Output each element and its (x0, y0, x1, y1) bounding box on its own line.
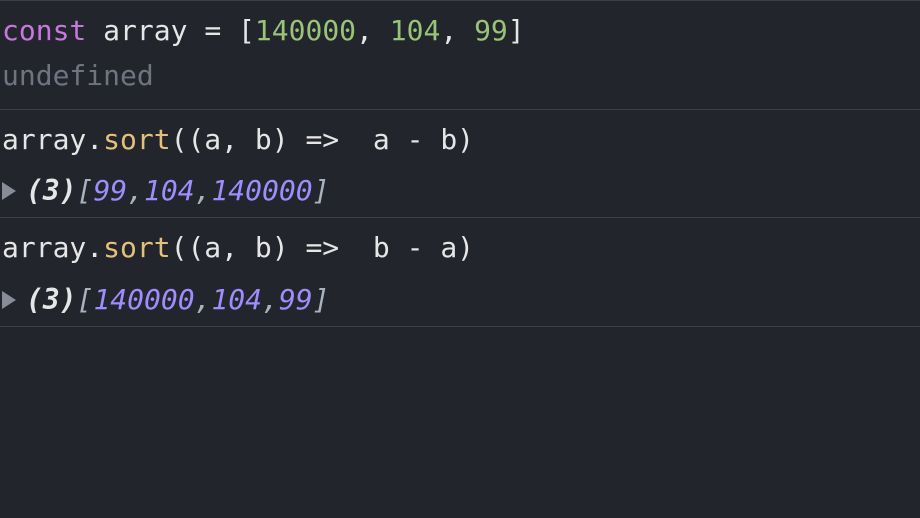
output-undefined: undefined (2, 54, 918, 99)
bracket-open: [ (77, 283, 94, 316)
dot: . (86, 123, 103, 156)
array-length: (3) (26, 174, 77, 207)
comma: , (127, 174, 144, 207)
call-args: ((a, b) => b - a) (171, 231, 474, 264)
output-number: 104 (144, 174, 195, 207)
bracket-close: ] (508, 14, 525, 47)
input-line: array.sort((a, b) => b - a) (2, 226, 918, 271)
method-sort: sort (103, 231, 170, 264)
comma: , (195, 174, 212, 207)
output-number: 140000 (93, 283, 194, 316)
bracket-open: [ (77, 174, 94, 207)
console-entry: array.sort((a, b) => b - a) (3) [140000,… (0, 217, 920, 326)
output-line: (3) [99, 104, 140000] (2, 174, 918, 207)
comma: , (440, 14, 474, 47)
identifier: array (2, 231, 86, 264)
bracket-close: ] (313, 174, 330, 207)
console-entry: array.sort((a, b) => a - b) (3) [99, 104… (0, 109, 920, 218)
dot: . (86, 231, 103, 264)
identifier: array (103, 14, 187, 47)
console-entry: const array = [140000, 104, 99] undefine… (0, 0, 920, 109)
output-line: (3) [140000, 104, 99] (2, 283, 918, 316)
output-number: 99 (93, 174, 127, 207)
bracket-open: [ (238, 14, 255, 47)
comma: , (262, 283, 279, 316)
divider (0, 326, 920, 327)
output-number: 104 (211, 283, 262, 316)
array-length: (3) (26, 283, 77, 316)
expand-icon[interactable] (2, 291, 16, 309)
output-number: 140000 (211, 174, 312, 207)
number-literal: 104 (390, 14, 441, 47)
number-literal: 140000 (255, 14, 356, 47)
comma: , (195, 283, 212, 316)
output-number: 99 (279, 283, 313, 316)
number-literal: 99 (474, 14, 508, 47)
comma: , (356, 14, 390, 47)
input-line: const array = [140000, 104, 99] (2, 9, 918, 54)
call-args: ((a, b) => a - b) (171, 123, 474, 156)
expand-icon[interactable] (2, 182, 16, 200)
keyword-const: const (2, 14, 86, 47)
operator-equals: = (204, 14, 221, 47)
method-sort: sort (103, 123, 170, 156)
input-line: array.sort((a, b) => a - b) (2, 118, 918, 163)
bracket-close: ] (313, 283, 330, 316)
identifier: array (2, 123, 86, 156)
